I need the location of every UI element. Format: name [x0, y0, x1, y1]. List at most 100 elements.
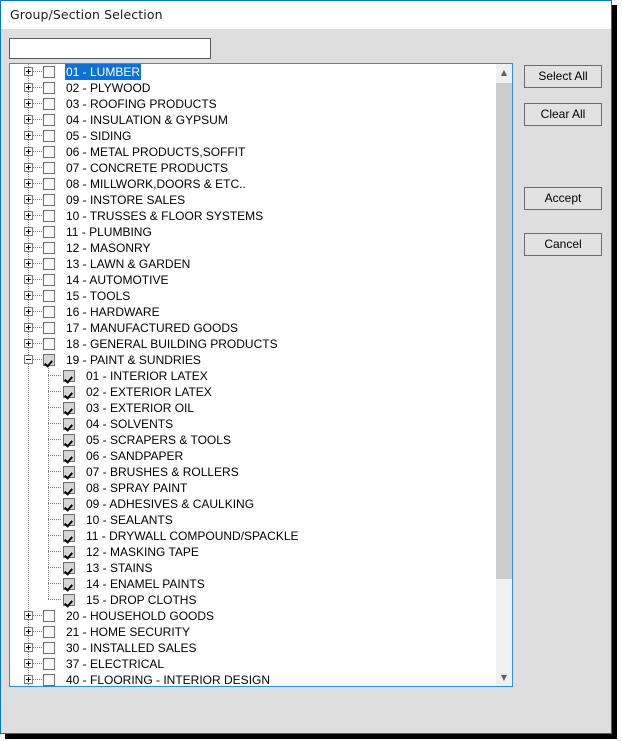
checkbox-checked[interactable] [63, 530, 75, 542]
tree-row[interactable]: 15 - DROP CLOTHS [10, 592, 498, 608]
checkbox-checked[interactable] [63, 402, 75, 414]
checkbox-unchecked[interactable] [43, 66, 55, 78]
tree-row-label[interactable]: 03 - EXTERIOR OIL [85, 400, 195, 416]
expand-plus-icon[interactable] [24, 643, 33, 652]
checkbox-checked[interactable] [63, 546, 75, 558]
tree-row[interactable]: 09 - ADHESIVES & CAULKING [10, 496, 498, 512]
tree-row[interactable]: 05 - SCRAPERS & TOOLS [10, 432, 498, 448]
tree-row[interactable]: 13 - LAWN & GARDEN [10, 256, 498, 272]
expand-plus-icon[interactable] [24, 627, 33, 636]
checkbox-checked[interactable] [63, 594, 75, 606]
tree-row[interactable]: 02 - PLYWOOD [10, 80, 498, 96]
tree-row-label[interactable]: 07 - BRUSHES & ROLLERS [85, 464, 240, 480]
checkbox-unchecked[interactable] [43, 322, 55, 334]
checkbox-checked[interactable] [63, 498, 75, 510]
tree-row-label[interactable]: 18 - GENERAL BUILDING PRODUCTS [65, 336, 279, 352]
checkbox-unchecked[interactable] [43, 178, 55, 190]
tree-row[interactable]: 14 - ENAMEL PAINTS [10, 576, 498, 592]
tree-row-label[interactable]: 10 - SEALANTS [85, 512, 174, 528]
checkbox-unchecked[interactable] [43, 642, 55, 654]
tree-row-label[interactable]: 09 - INSTORE SALES [65, 192, 186, 208]
tree-row-label[interactable]: 04 - INSULATION & GYPSUM [65, 112, 229, 128]
tree-row[interactable]: 12 - MASONRY [10, 240, 498, 256]
tree-row-label[interactable]: 30 - INSTALLED SALES [65, 640, 198, 656]
tree-row-label[interactable]: 21 - HOME SECURITY [65, 624, 191, 640]
checkbox-unchecked[interactable] [43, 226, 55, 238]
expand-plus-icon[interactable] [24, 339, 33, 348]
tree-row-label[interactable]: 37 - ELECTRICAL [65, 656, 165, 672]
checkbox-unchecked[interactable] [43, 626, 55, 638]
tree-row[interactable]: 04 - SOLVENTS [10, 416, 498, 432]
tree-row[interactable]: 10 - SEALANTS [10, 512, 498, 528]
tree-row[interactable]: 16 - HARDWARE [10, 304, 498, 320]
tree-row-label[interactable]: 08 - SPRAY PAINT [85, 480, 188, 496]
checkbox-checked[interactable] [63, 434, 75, 446]
tree-row[interactable]: 01 - INTERIOR LATEX [10, 368, 498, 384]
checkbox-checked[interactable] [63, 578, 75, 590]
accept-button[interactable]: Accept [524, 187, 602, 210]
expand-plus-icon[interactable] [24, 99, 33, 108]
checkbox-unchecked[interactable] [43, 290, 55, 302]
expand-plus-icon[interactable] [24, 675, 33, 684]
expand-plus-icon[interactable] [24, 147, 33, 156]
scroll-down-arrow-icon[interactable]: ▼ [496, 669, 512, 686]
tree-row[interactable]: 21 - HOME SECURITY [10, 624, 498, 640]
tree-row[interactable]: 03 - EXTERIOR OIL [10, 400, 498, 416]
tree-row[interactable]: 12 - MASKING TAPE [10, 544, 498, 560]
tree-row[interactable]: 17 - MANUFACTURED GOODS [10, 320, 498, 336]
tree-row-label[interactable]: 07 - CONCRETE PRODUCTS [65, 160, 229, 176]
checkbox-unchecked[interactable] [43, 98, 55, 110]
expand-plus-icon[interactable] [24, 307, 33, 316]
checkbox-unchecked[interactable] [43, 194, 55, 206]
tree-row[interactable]: 40 - FLOORING - INTERIOR DESIGN [10, 672, 498, 686]
checkbox-unchecked[interactable] [43, 82, 55, 94]
tree-row-label[interactable]: 06 - METAL PRODUCTS,SOFFIT [65, 144, 246, 160]
expand-plus-icon[interactable] [24, 227, 33, 236]
cancel-button[interactable]: Cancel [524, 233, 602, 256]
tree-row[interactable]: 03 - ROOFING PRODUCTS [10, 96, 498, 112]
tree-row[interactable]: 04 - INSULATION & GYPSUM [10, 112, 498, 128]
checkbox-checked[interactable] [43, 354, 55, 366]
expand-plus-icon[interactable] [24, 291, 33, 300]
checkbox-unchecked[interactable] [43, 610, 55, 622]
checkbox-unchecked[interactable] [43, 658, 55, 670]
checkbox-checked[interactable] [63, 562, 75, 574]
tree-row-label[interactable]: 20 - HOUSEHOLD GOODS [65, 608, 215, 624]
tree-row-label[interactable]: 03 - ROOFING PRODUCTS [65, 96, 218, 112]
checkbox-checked[interactable] [63, 482, 75, 494]
tree-row-label[interactable]: 15 - TOOLS [65, 288, 131, 304]
checkbox-unchecked[interactable] [43, 146, 55, 158]
tree-vertical-scrollbar[interactable]: ▲ ▼ [496, 64, 512, 686]
tree-row[interactable]: 07 - CONCRETE PRODUCTS [10, 160, 498, 176]
tree-row-label[interactable]: 17 - MANUFACTURED GOODS [65, 320, 239, 336]
tree-row-label[interactable]: 13 - LAWN & GARDEN [65, 256, 191, 272]
group-section-treeview[interactable]: 01 - LUMBER 02 - PLYWOOD 03 - ROOFING PROD… [9, 63, 513, 687]
tree-row[interactable]: 11 - PLUMBING [10, 224, 498, 240]
tree-row[interactable]: 13 - STAINS [10, 560, 498, 576]
tree-row-label[interactable]: 05 - SCRAPERS & TOOLS [85, 432, 232, 448]
checkbox-checked[interactable] [63, 370, 75, 382]
tree-row-label[interactable]: 13 - STAINS [85, 560, 153, 576]
checkbox-unchecked[interactable] [43, 162, 55, 174]
tree-row[interactable]: 09 - INSTORE SALES [10, 192, 498, 208]
tree-row-label[interactable]: 02 - EXTERIOR LATEX [85, 384, 213, 400]
scrollbar-thumb[interactable] [496, 83, 512, 579]
select-all-button[interactable]: Select All [524, 65, 602, 88]
tree-row[interactable]: 06 - SANDPAPER [10, 448, 498, 464]
tree-row[interactable]: 14 - AUTOMOTIVE [10, 272, 498, 288]
tree-row[interactable]: 15 - TOOLS [10, 288, 498, 304]
expand-plus-icon[interactable] [24, 659, 33, 668]
expand-plus-icon[interactable] [24, 163, 33, 172]
tree-row-label[interactable]: 09 - ADHESIVES & CAULKING [85, 496, 255, 512]
tree-row-label[interactable]: 19 - PAINT & SUNDRIES [65, 352, 202, 368]
tree-row[interactable]: 19 - PAINT & SUNDRIES [10, 352, 498, 368]
tree-row[interactable]: 08 - MILLWORK,DOORS & ETC.. [10, 176, 498, 192]
tree-row-label[interactable]: 40 - FLOORING - INTERIOR DESIGN [65, 672, 271, 686]
tree-row[interactable]: 06 - METAL PRODUCTS,SOFFIT [10, 144, 498, 160]
checkbox-unchecked[interactable] [43, 114, 55, 126]
tree-row[interactable]: 20 - HOUSEHOLD GOODS [10, 608, 498, 624]
tree-row-label[interactable]: 04 - SOLVENTS [85, 416, 174, 432]
checkbox-unchecked[interactable] [43, 258, 55, 270]
checkbox-unchecked[interactable] [43, 338, 55, 350]
expand-plus-icon[interactable] [24, 83, 33, 92]
